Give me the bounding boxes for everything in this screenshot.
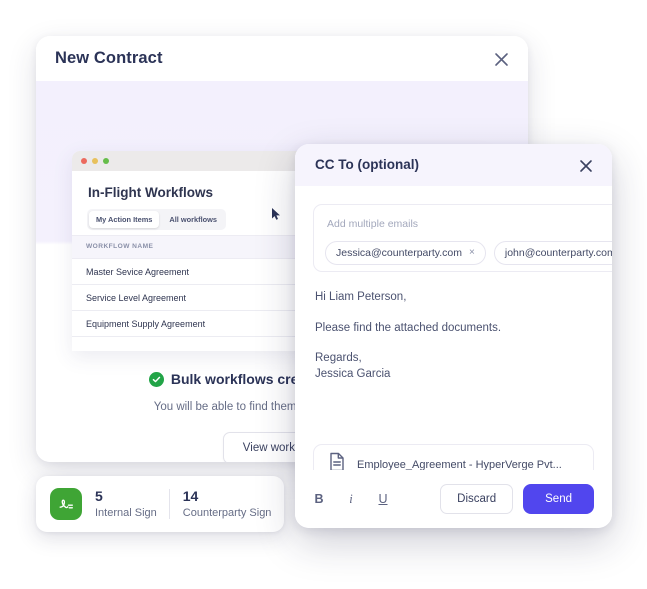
workflow-filter-tabs: My Action Items All workflows	[87, 209, 227, 230]
check-circle-icon	[148, 371, 164, 387]
attachment-name: Employee_Agreement - HyperVerge Pvt...	[357, 458, 562, 471]
in-flight-workflows-heading: In-Flight Workflows	[88, 185, 213, 200]
tab-all-workflows[interactable]: All workflows	[162, 211, 224, 228]
signature-icon	[50, 488, 82, 520]
stat-label: Internal Sign	[95, 506, 157, 519]
email-chip[interactable]: john@counterparty.com ×	[493, 241, 612, 265]
close-icon[interactable]	[488, 46, 514, 72]
dialog-actions: Discard Send	[440, 484, 594, 514]
stat-counterparty-sign: 14 Counterparty Sign	[182, 488, 272, 520]
workflow-name: Service Level Agreement	[86, 293, 187, 303]
cc-email-placeholder: Add multiple emails	[327, 218, 419, 230]
email-chip[interactable]: Jessica@counterparty.com ×	[325, 241, 486, 265]
workflow-name: Equipment Supply Agreement	[86, 319, 206, 329]
send-button[interactable]: Send	[523, 484, 594, 514]
workflow-name: Master Sevice Agreement	[86, 267, 190, 277]
cc-email-input[interactable]: Add multiple emails Jessica@counterparty…	[313, 204, 612, 272]
italic-button[interactable]: i	[345, 492, 357, 507]
underline-button[interactable]: U	[377, 492, 389, 506]
discard-button[interactable]: Discard	[440, 484, 514, 514]
close-icon[interactable]	[574, 154, 598, 178]
cc-dialog-title: CC To (optional)	[315, 157, 419, 172]
stat-label: Counterparty Sign	[182, 506, 272, 519]
window-maximize-dot	[103, 158, 109, 164]
cc-dialog-body: Add multiple emails Jessica@counterparty…	[295, 186, 612, 485]
tab-my-action-items[interactable]: My Action Items	[89, 211, 160, 228]
column-header-workflow-name: WORKFLOW NAME	[86, 243, 154, 250]
email-signoff: Regards,	[315, 352, 362, 365]
cc-email-chip-list: Jessica@counterparty.com × john@counterp…	[325, 241, 612, 265]
email-chip-label: john@counterparty.com	[504, 247, 612, 259]
email-body-text: Please find the attached documents.	[315, 321, 502, 334]
window-close-dot	[81, 158, 87, 164]
new-contract-header: New Contract	[36, 36, 528, 81]
mouse-cursor-icon	[271, 207, 282, 221]
text-format-toolbar: B i U	[313, 492, 389, 507]
email-sender: Jessica Garcia	[315, 367, 391, 380]
cc-dialog-footer: B i U Discard Send	[295, 470, 612, 528]
stat-internal-sign: 5 Internal Sign	[95, 488, 157, 520]
signature-stats-card: 5 Internal Sign 14 Counterparty Sign	[36, 476, 284, 532]
window-minimize-dot	[92, 158, 98, 164]
email-chip-label: Jessica@counterparty.com	[336, 247, 463, 259]
divider	[168, 489, 170, 519]
stat-value: 14	[182, 488, 199, 505]
stat-value: 5	[95, 488, 103, 505]
page-title: New Contract	[55, 49, 163, 67]
remove-chip-icon[interactable]: ×	[469, 248, 475, 258]
email-greeting: Hi Liam Peterson,	[315, 291, 407, 303]
email-message-body[interactable]: Hi Liam Peterson, Please find the attach…	[315, 290, 594, 382]
cc-to-dialog: CC To (optional) Add multiple emails Jes…	[295, 144, 612, 528]
cc-dialog-header: CC To (optional)	[295, 144, 612, 186]
bold-button[interactable]: B	[313, 492, 325, 506]
